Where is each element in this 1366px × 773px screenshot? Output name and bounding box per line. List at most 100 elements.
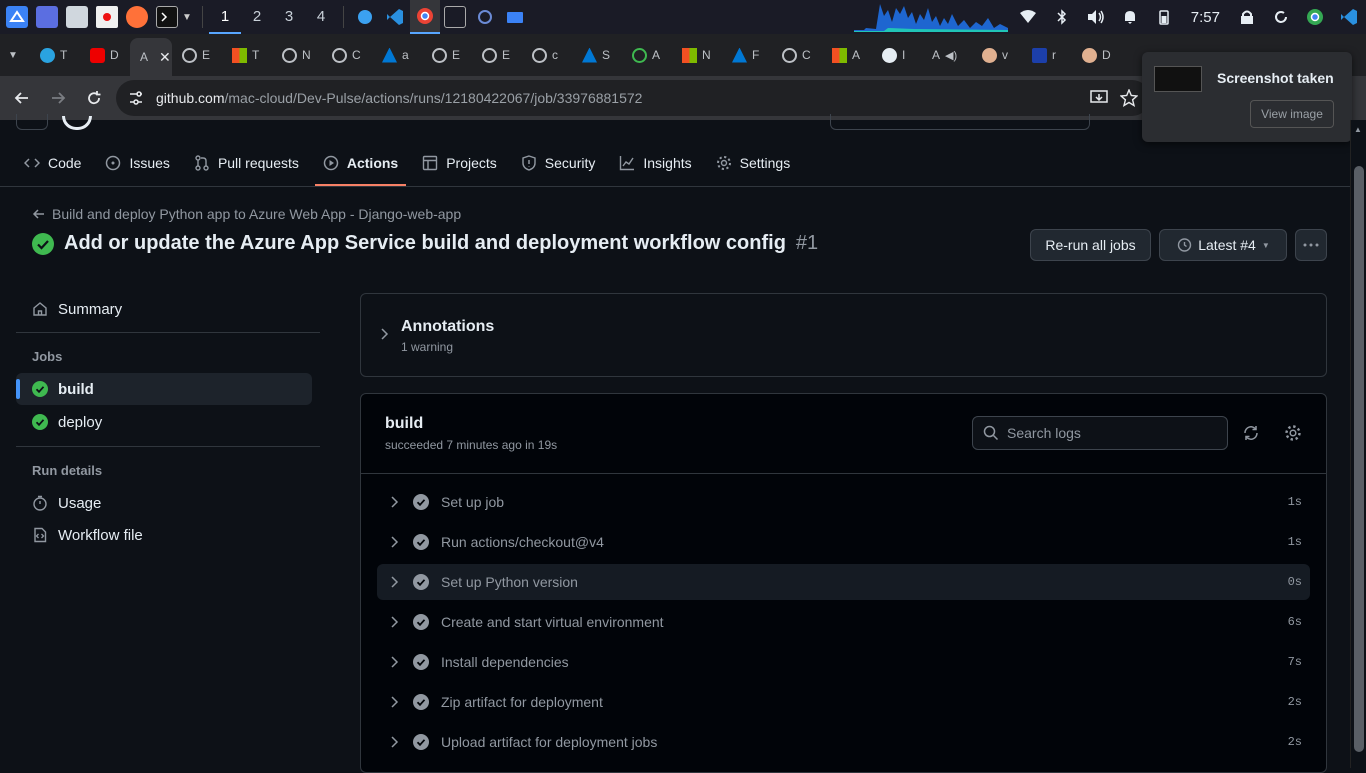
- browser-tab[interactable]: E: [472, 38, 522, 72]
- tab-issues[interactable]: Issues: [97, 140, 177, 186]
- job-step-row[interactable]: Set up Python version 0s: [377, 564, 1310, 600]
- scroll-up-arrow[interactable]: ▲: [1354, 125, 1362, 134]
- sidebar-job-deploy[interactable]: deploy: [16, 406, 312, 438]
- tab-settings[interactable]: Settings: [708, 140, 799, 186]
- chrome-icon[interactable]: [1298, 0, 1332, 34]
- close-icon[interactable]: ✕: [159, 49, 171, 66]
- browser-tab[interactable]: c: [522, 38, 572, 72]
- browser-tab[interactable]: A ◀): [922, 38, 972, 72]
- bluetooth-icon[interactable]: [1045, 0, 1079, 34]
- more-options-button[interactable]: [1295, 229, 1327, 261]
- firefox-icon[interactable]: [126, 6, 148, 28]
- job-step-row[interactable]: Install dependencies 7s: [377, 644, 1310, 680]
- browser-tab[interactable]: T: [30, 38, 80, 72]
- workspace-4[interactable]: 4: [305, 0, 337, 34]
- chevron-right-icon[interactable]: [389, 735, 399, 749]
- install-app-icon[interactable]: [1090, 90, 1108, 106]
- app-launcher-icon[interactable]: [36, 6, 58, 28]
- chevron-right-icon[interactable]: [389, 575, 399, 589]
- browser-tab[interactable]: T: [222, 38, 272, 72]
- vscode-icon[interactable]: [1332, 0, 1366, 34]
- star-icon[interactable]: [1120, 89, 1138, 107]
- volume-icon[interactable]: [1079, 0, 1113, 34]
- search-logs-input[interactable]: [1007, 425, 1207, 441]
- refresh-icon[interactable]: [1242, 424, 1260, 442]
- latest-attempt-dropdown[interactable]: Latest #4 ▼: [1159, 229, 1287, 261]
- chrome-icon[interactable]: [410, 0, 440, 34]
- browser-tab[interactable]: N: [272, 38, 322, 72]
- rerun-all-jobs-button[interactable]: Re-run all jobs: [1030, 229, 1151, 261]
- chevron-right-icon[interactable]: [389, 655, 399, 669]
- address-bar[interactable]: github.com/mac-cloud/Dev-Pulse/actions/r…: [116, 80, 1150, 116]
- start-menu-icon[interactable]: [6, 6, 28, 28]
- tab-security[interactable]: Security: [513, 140, 604, 186]
- chevron-down-icon[interactable]: ▼: [182, 12, 196, 23]
- tab-actions[interactable]: Actions: [314, 140, 407, 186]
- tab-insights[interactable]: Insights: [611, 140, 699, 186]
- browser-tab[interactable]: E: [172, 38, 222, 72]
- terminal-icon[interactable]: [444, 6, 466, 28]
- tab-projects[interactable]: Projects: [414, 140, 505, 186]
- chevron-right-icon[interactable]: [389, 615, 399, 629]
- page-scrollbar[interactable]: ▲: [1350, 120, 1366, 768]
- hamburger-button[interactable]: [16, 114, 48, 130]
- job-step-row[interactable]: Zip artifact for deployment 2s: [377, 684, 1310, 720]
- tab-pull-requests[interactable]: Pull requests: [186, 140, 307, 186]
- chevron-right-icon[interactable]: [389, 695, 399, 709]
- workspace-3[interactable]: 3: [273, 0, 305, 34]
- forward-button[interactable]: [40, 80, 76, 116]
- refresh-icon[interactable]: [1264, 0, 1298, 34]
- job-step-row[interactable]: Upload artifact for deployment jobs 2s: [377, 724, 1310, 760]
- screenshot-thumbnail[interactable]: [1154, 66, 1202, 92]
- browser-tab[interactable]: N: [672, 38, 722, 72]
- file-manager-icon[interactable]: [66, 6, 88, 28]
- chevron-right-icon[interactable]: [389, 495, 399, 509]
- global-search-input[interactable]: [830, 114, 1090, 130]
- browser-tab[interactable]: I: [872, 38, 922, 72]
- settings-app-icon[interactable]: [474, 6, 496, 28]
- browser-tab[interactable]: C: [772, 38, 822, 72]
- wifi-icon[interactable]: [1011, 0, 1045, 34]
- browser-tab[interactable]: E: [422, 38, 472, 72]
- tab-code[interactable]: Code: [16, 140, 89, 186]
- tab-search-icon[interactable]: ▼: [8, 50, 30, 61]
- job-step-row[interactable]: Run actions/checkout@v4 1s: [377, 524, 1310, 560]
- browser-tab[interactable]: C: [322, 38, 372, 72]
- browser-tab[interactable]: D: [1072, 38, 1122, 72]
- notification-bell-icon[interactable]: [1113, 0, 1147, 34]
- browser-tab-active[interactable]: A ✕: [130, 38, 172, 76]
- back-button[interactable]: [4, 80, 40, 116]
- folder-icon[interactable]: [504, 6, 526, 28]
- github-logo-icon[interactable]: [62, 116, 92, 130]
- sidebar-item-usage[interactable]: Usage: [16, 487, 312, 519]
- search-logs-field[interactable]: [972, 416, 1228, 450]
- breadcrumb[interactable]: Build and deploy Python app to Azure Web…: [32, 206, 461, 222]
- sidebar-job-build[interactable]: build: [16, 373, 312, 405]
- workspace-2[interactable]: 2: [241, 0, 273, 34]
- sidebar-item-summary[interactable]: Summary: [16, 293, 312, 325]
- reload-button[interactable]: [76, 80, 112, 116]
- text-editor-icon[interactable]: [96, 6, 118, 28]
- browser-tab[interactable]: A: [622, 38, 672, 72]
- browser-tab[interactable]: D: [80, 38, 130, 72]
- terminal-icon[interactable]: [156, 6, 178, 28]
- browser-tab[interactable]: v: [972, 38, 1022, 72]
- browser-tab[interactable]: S: [572, 38, 622, 72]
- browser-tab[interactable]: r: [1022, 38, 1072, 72]
- annotations-panel[interactable]: Annotations 1 warning: [360, 293, 1327, 377]
- chevron-right-icon[interactable]: [379, 328, 389, 340]
- chevron-right-icon[interactable]: [389, 535, 399, 549]
- browser-tab[interactable]: A: [822, 38, 872, 72]
- scrollbar-thumb[interactable]: [1354, 166, 1364, 752]
- browser-tab[interactable]: a: [372, 38, 422, 72]
- lock-icon[interactable]: [1230, 0, 1264, 34]
- app-icon-blue-circle[interactable]: [354, 6, 376, 28]
- workflow-link[interactable]: Build and deploy Python app to Azure Web…: [52, 206, 461, 222]
- site-info-icon[interactable]: [128, 90, 144, 106]
- battery-icon[interactable]: [1147, 0, 1181, 34]
- workspace-1[interactable]: 1: [209, 0, 241, 34]
- vscode-icon[interactable]: [384, 6, 406, 28]
- sidebar-item-workflow-file[interactable]: Workflow file: [16, 519, 312, 551]
- view-image-button[interactable]: View image: [1250, 100, 1334, 128]
- job-step-row[interactable]: Create and start virtual environment 6s: [377, 604, 1310, 640]
